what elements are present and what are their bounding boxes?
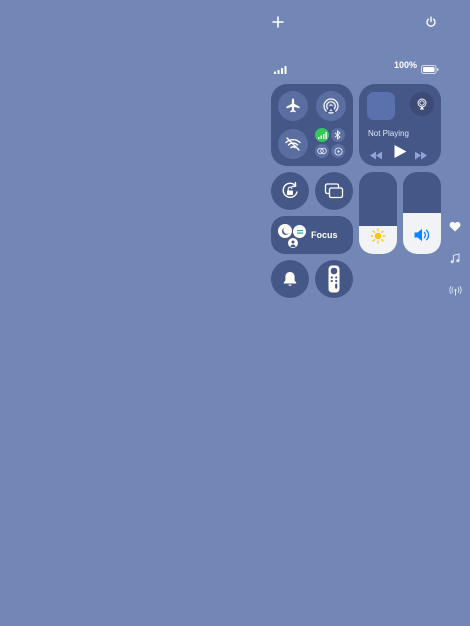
silent-mode-toggle[interactable] (271, 260, 309, 298)
plus-icon (272, 16, 284, 28)
album-artwork (367, 92, 395, 120)
airdrop-toggle[interactable] (316, 91, 346, 121)
apple-tv-remote-button[interactable] (315, 260, 353, 298)
play-icon (394, 145, 407, 158)
bluetooth-icon (334, 130, 341, 140)
rotation-lock-toggle[interactable] (271, 172, 309, 210)
sun-icon (370, 228, 386, 244)
person-icon (288, 238, 298, 248)
now-playing-label: Not Playing (368, 129, 409, 138)
favorites-page-button[interactable] (449, 219, 462, 232)
cellular-icon (317, 131, 327, 139)
airdrop-icon (323, 98, 339, 114)
speaker-icon (413, 227, 431, 243)
remote-icon (328, 265, 340, 293)
rewind-button[interactable] (369, 147, 385, 160)
screen-mirroring-button[interactable] (315, 172, 353, 210)
vpn-toggle[interactable] (315, 144, 329, 158)
cellular-signal-icon (274, 61, 288, 74)
hotspot-icon (333, 146, 343, 156)
hotspot-toggle[interactable] (331, 144, 345, 158)
bluetooth-toggle[interactable] (331, 128, 345, 142)
music-page-button[interactable] (450, 251, 462, 264)
fast-forward-button[interactable] (414, 147, 430, 160)
wifi-off-icon (285, 137, 301, 151)
focus-label: Focus (311, 230, 338, 240)
brightness-slider[interactable] (359, 172, 397, 254)
antenna-icon (449, 285, 462, 296)
airplane-icon (286, 98, 300, 113)
vpn-icon (317, 147, 327, 155)
battery-icon (421, 61, 439, 74)
rewind-icon (370, 151, 382, 160)
airplane-mode-toggle[interactable] (278, 91, 308, 121)
reading-icon (293, 225, 306, 238)
bell-icon (283, 272, 297, 286)
fast-forward-icon (415, 151, 427, 160)
control-center: { "status": { "battery_text": "100%", "b… (0, 0, 470, 626)
airplay-audio-button[interactable] (410, 92, 434, 116)
cellular-data-toggle[interactable] (315, 128, 329, 142)
add-control-button[interactable] (270, 14, 286, 30)
play-button[interactable] (393, 144, 409, 160)
airplay-audio-icon (417, 98, 427, 110)
wifi-toggle[interactable] (278, 129, 308, 159)
power-button[interactable] (423, 14, 439, 30)
power-icon (426, 16, 436, 27)
focus-button[interactable]: Focus (271, 216, 353, 254)
battery-percentage: 100% (394, 60, 418, 70)
volume-slider[interactable] (403, 172, 441, 254)
connectivity-panel (271, 84, 353, 166)
music-icon (450, 253, 460, 264)
media-panel[interactable]: Not Playing (359, 84, 441, 166)
connectivity-page-button[interactable] (449, 283, 463, 296)
moon-icon (278, 224, 292, 238)
screen-mirroring-icon (324, 183, 344, 199)
heart-icon (449, 221, 461, 232)
rotation-lock-icon (282, 181, 298, 198)
